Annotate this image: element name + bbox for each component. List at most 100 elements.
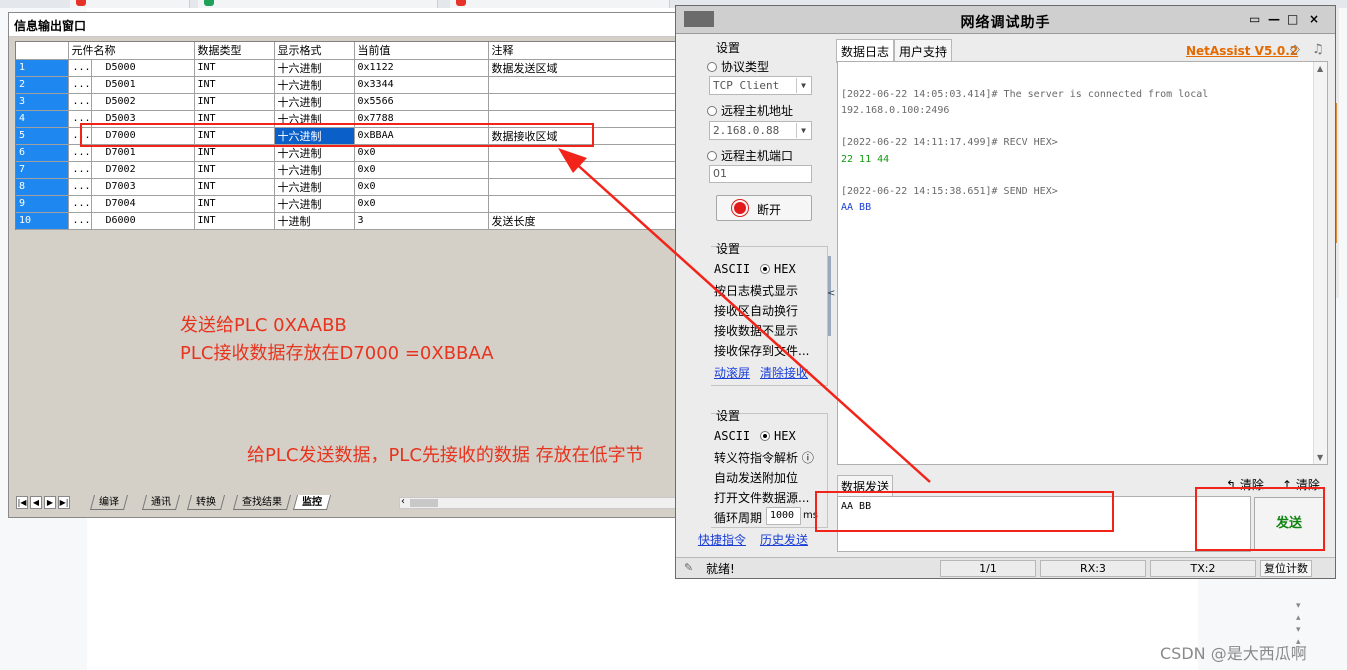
browser-tab[interactable] bbox=[70, 0, 190, 8]
clear-receive-link[interactable]: 清除接收 bbox=[760, 364, 808, 381]
cell-name[interactable]: D7004 bbox=[91, 195, 195, 213]
auto-append-option[interactable]: 自动发送附加位 bbox=[714, 469, 798, 486]
cell-name[interactable]: D7003 bbox=[91, 178, 195, 196]
row-index[interactable]: 5 bbox=[16, 127, 69, 145]
row-index[interactable]: 7 bbox=[16, 161, 69, 179]
next-tab-button[interactable]: ▶ bbox=[44, 496, 56, 509]
scroll-up-icon[interactable]: ▲ bbox=[1317, 64, 1323, 73]
row-index[interactable]: 2 bbox=[16, 76, 69, 94]
tab-compile[interactable]: 编译 bbox=[89, 495, 129, 510]
row-index[interactable]: 4 bbox=[16, 110, 69, 128]
cell-name[interactable]: D5002 bbox=[91, 93, 195, 111]
cell-value[interactable]: 0x5566 bbox=[354, 93, 489, 111]
cell-type[interactable]: INT bbox=[194, 195, 275, 213]
disconnect-button[interactable]: 断开 bbox=[716, 195, 812, 221]
cell-note[interactable]: 数据发送区域 bbox=[488, 59, 680, 77]
column-header[interactable]: 显示格式 bbox=[274, 42, 355, 60]
cell-note[interactable] bbox=[488, 161, 680, 179]
row-index[interactable]: 8 bbox=[16, 178, 69, 196]
cell-note[interactable] bbox=[488, 93, 680, 111]
protocol-select[interactable]: TCP Client ▼ bbox=[709, 76, 812, 95]
maximize-icon[interactable]: □ bbox=[1287, 12, 1298, 26]
cell-format[interactable]: 十进制 bbox=[274, 212, 355, 230]
table-row[interactable]: 1... D5000 INT 十六进制 0x1122 数据发送区域 bbox=[16, 59, 680, 77]
row-browse[interactable]: ... bbox=[68, 76, 92, 94]
row-browse[interactable]: ... bbox=[68, 212, 92, 230]
cell-value[interactable]: 0x0 bbox=[354, 195, 489, 213]
quick-commands-link[interactable]: 快捷指令 bbox=[698, 531, 746, 548]
table-row[interactable]: 3... D5002 INT 十六进制 0x5566 bbox=[16, 93, 680, 111]
remote-addr-input[interactable]: 2.168.0.88 ▼ bbox=[709, 121, 812, 140]
chevron-down-icon[interactable]: ▼ bbox=[796, 78, 810, 93]
browser-tab[interactable] bbox=[450, 0, 670, 8]
cell-value[interactable]: 0x1122 bbox=[354, 59, 489, 77]
cell-type[interactable]: INT bbox=[194, 59, 275, 77]
row-index[interactable]: 1 bbox=[16, 59, 69, 77]
recv-log-mode[interactable]: 按日志模式显示 bbox=[714, 282, 798, 299]
cell-format[interactable]: 十六进制 bbox=[274, 195, 355, 213]
table-row[interactable]: 9... D7004 INT 十六进制 0x0 bbox=[16, 195, 680, 213]
chevron-down-icon[interactable]: ▼ bbox=[796, 123, 810, 138]
browser-tab[interactable] bbox=[198, 0, 438, 8]
send-hex-option[interactable]: HEX bbox=[760, 429, 796, 443]
cell-format[interactable]: 十六进制 bbox=[274, 59, 355, 77]
scrollbar-thumb[interactable] bbox=[410, 499, 438, 507]
column-header[interactable]: 数据类型 bbox=[194, 42, 275, 60]
netassist-brand-link[interactable]: NetAssist V5.0.2 bbox=[1186, 44, 1298, 58]
cell-type[interactable]: INT bbox=[194, 76, 275, 94]
table-row[interactable]: 10... D6000 INT 十进制 3 发送长度 bbox=[16, 212, 680, 230]
row-index[interactable]: 10 bbox=[16, 212, 69, 230]
cell-note[interactable] bbox=[488, 195, 680, 213]
recv-hide-data[interactable]: 接收数据不显示 bbox=[714, 322, 798, 339]
send-history-link[interactable]: 历史发送 bbox=[760, 531, 808, 548]
column-header[interactable]: 当前值 bbox=[354, 42, 489, 60]
recv-ascii-option[interactable]: ASCII bbox=[714, 262, 750, 276]
cell-name[interactable]: D5000 bbox=[91, 59, 195, 77]
row-index[interactable]: 6 bbox=[16, 144, 69, 162]
recv-hex-option[interactable]: HEX bbox=[760, 262, 796, 276]
cell-name[interactable]: D7002 bbox=[91, 161, 195, 179]
cell-note[interactable]: 发送长度 bbox=[488, 212, 680, 230]
diamond-icon[interactable]: ◇ bbox=[1290, 42, 1300, 57]
close-icon[interactable]: × bbox=[1309, 12, 1319, 26]
table-row[interactable]: 7... D7002 INT 十六进制 0x0 bbox=[16, 161, 680, 179]
remote-port-input[interactable]: 01 bbox=[709, 165, 812, 183]
row-browse[interactable]: ... bbox=[68, 161, 92, 179]
cell-format[interactable]: 十六进制 bbox=[274, 76, 355, 94]
cell-format[interactable]: 十六进制 bbox=[274, 161, 355, 179]
horizontal-scrollbar[interactable]: ‹ › bbox=[399, 496, 704, 509]
row-index[interactable]: 9 bbox=[16, 195, 69, 213]
bell-icon[interactable]: ♫ bbox=[1312, 42, 1324, 57]
table-row[interactable]: 8... D7003 INT 十六进制 0x0 bbox=[16, 178, 680, 196]
open-file-source[interactable]: 打开文件数据源... bbox=[714, 489, 809, 506]
first-tab-button[interactable]: |◀ bbox=[16, 496, 28, 509]
cell-value[interactable]: 0x0 bbox=[354, 161, 489, 179]
cell-note[interactable] bbox=[488, 178, 680, 196]
last-tab-button[interactable]: ▶| bbox=[58, 496, 70, 509]
table-row[interactable]: 2... D5001 INT 十六进制 0x3344 bbox=[16, 76, 680, 94]
reset-count-button[interactable]: 复位计数 bbox=[1260, 560, 1312, 577]
log-scrollbar[interactable]: ▲ ▼ bbox=[1313, 62, 1327, 464]
column-header[interactable]: 元件名称 bbox=[68, 42, 195, 60]
prev-tab-button[interactable]: ◀ bbox=[30, 496, 42, 509]
recv-auto-wrap[interactable]: 接收区自动换行 bbox=[714, 302, 798, 319]
tab-find-results[interactable]: 查找结果 bbox=[232, 495, 292, 510]
tab-monitor[interactable]: 监控 bbox=[292, 495, 332, 510]
cell-value[interactable]: 0x3344 bbox=[354, 76, 489, 94]
tab-user-support[interactable]: 用户支持 bbox=[894, 39, 953, 63]
tab-data-log[interactable]: 数据日志 bbox=[836, 39, 895, 63]
pin-icon[interactable]: ▭ bbox=[1249, 12, 1260, 26]
escape-parse-option[interactable]: 转义符指令解析 ⓘ bbox=[714, 449, 814, 466]
cell-name[interactable]: D5001 bbox=[91, 76, 195, 94]
auto-scroll-link[interactable]: 动滚屏 bbox=[714, 364, 750, 381]
tab-convert[interactable]: 转换 bbox=[186, 495, 226, 510]
panel-splitter[interactable]: < bbox=[827, 256, 835, 336]
collapse-left-icon[interactable]: < bbox=[827, 288, 835, 299]
row-index[interactable]: 3 bbox=[16, 93, 69, 111]
row-browse[interactable]: ... bbox=[68, 195, 92, 213]
cell-format[interactable]: 十六进制 bbox=[274, 93, 355, 111]
row-browse[interactable]: ... bbox=[68, 59, 92, 77]
column-header[interactable]: 注释 bbox=[488, 42, 680, 60]
cell-type[interactable]: INT bbox=[194, 161, 275, 179]
tab-comm[interactable]: 通讯 bbox=[141, 495, 181, 510]
